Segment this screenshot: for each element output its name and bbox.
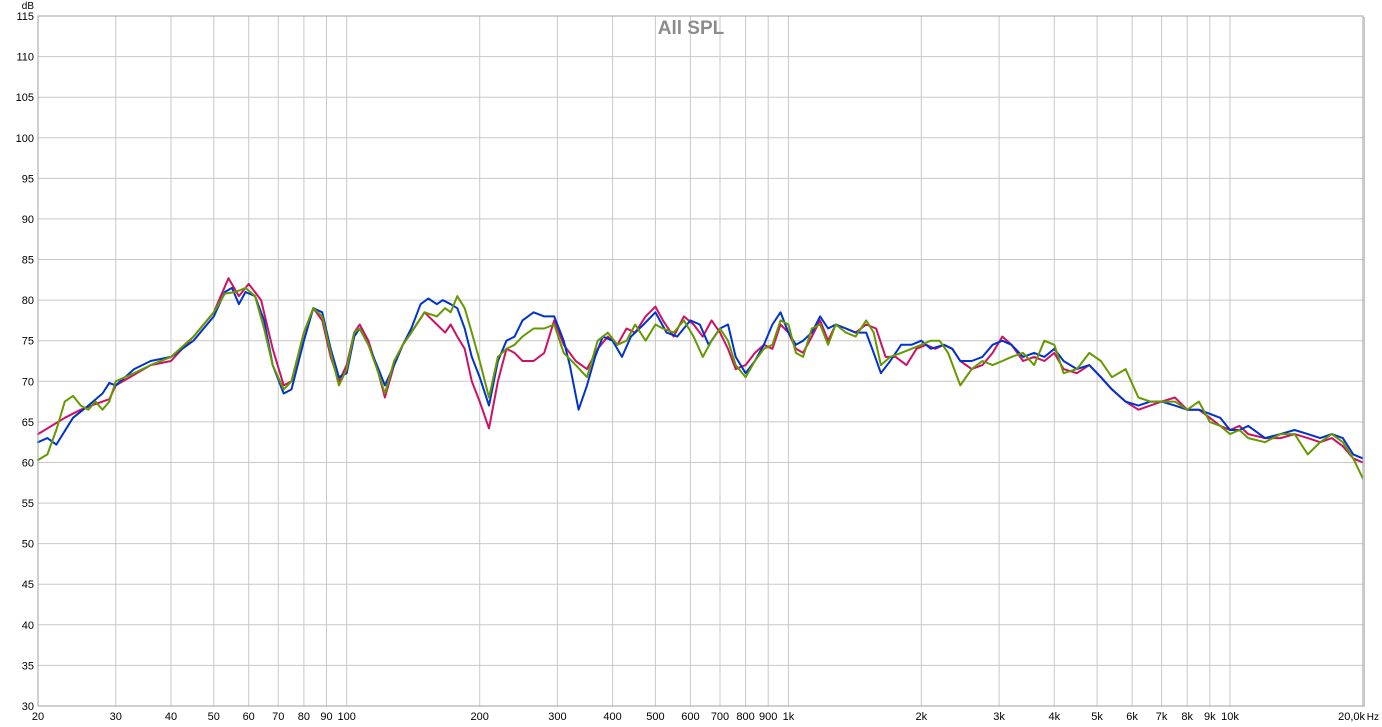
x-tick-label: 50: [208, 711, 220, 723]
y-tick-label: 95: [22, 173, 34, 185]
y-tick-label: 45: [22, 579, 34, 591]
x-tick-label: 100: [338, 711, 356, 723]
y-tick-label: 70: [22, 376, 34, 388]
x-tick-label: 9k: [1204, 711, 1216, 723]
y-tick-label: 65: [22, 417, 34, 429]
x-tick-label: 2k: [915, 711, 927, 723]
y-tick-label: 60: [22, 458, 34, 470]
y-tick-label: 75: [22, 336, 34, 348]
x-tick-label: 4k: [1048, 711, 1060, 723]
y-tick-label: 90: [22, 214, 34, 226]
y-unit-label: dB: [22, 1, 35, 12]
x-tick-label: 8k: [1181, 711, 1193, 723]
x-tick-label: 800: [736, 711, 754, 723]
x-tick-label: 1k: [783, 711, 795, 723]
x-tick-label: 10k: [1221, 711, 1239, 723]
x-tick-label: 60: [243, 711, 255, 723]
x-tick-label: 30: [110, 711, 122, 723]
x-unit-label: Hz: [1367, 712, 1379, 723]
x-tick-label: 80: [298, 711, 310, 723]
x-tick-label: 6k: [1126, 711, 1138, 723]
y-tick-label: 105: [16, 92, 34, 104]
x-tick-label: 3k: [993, 711, 1005, 723]
x-tick-label: 700: [711, 711, 729, 723]
x-tick-label: 40: [165, 711, 177, 723]
spl-chart: 30 35 40 45 50 55 60 65 70 75 80 85 90 95 100 105 110 115…: [0, 0, 1382, 727]
x-tick-label: 400: [603, 711, 621, 723]
y-tick-label: 35: [22, 660, 34, 672]
y-tick-label: 110: [16, 52, 34, 64]
x-tick-label: 600: [681, 711, 699, 723]
chart-title: All SPL: [658, 18, 725, 39]
y-tick-label: 115: [16, 11, 34, 23]
chart-background: [0, 0, 1382, 727]
x-tick-label: 20: [32, 711, 44, 723]
x-tick-label: 900: [759, 711, 777, 723]
y-tick-label: 100: [16, 133, 34, 145]
y-tick-label: 80: [22, 295, 34, 307]
x-tick-label: 300: [548, 711, 566, 723]
y-tick-label: 40: [22, 620, 34, 632]
x-tick-label: 70: [272, 711, 284, 723]
x-tick-label: 7k: [1156, 711, 1168, 723]
y-tick-label: 85: [22, 255, 34, 267]
y-tick-label: 50: [22, 539, 34, 551]
x-tick-label: 90: [320, 711, 332, 723]
x-tick-label: 20,0k: [1338, 711, 1365, 723]
x-tick-label: 200: [471, 711, 489, 723]
x-tick-label: 500: [646, 711, 664, 723]
y-tick-label: 55: [22, 498, 34, 510]
x-tick-label: 5k: [1091, 711, 1103, 723]
